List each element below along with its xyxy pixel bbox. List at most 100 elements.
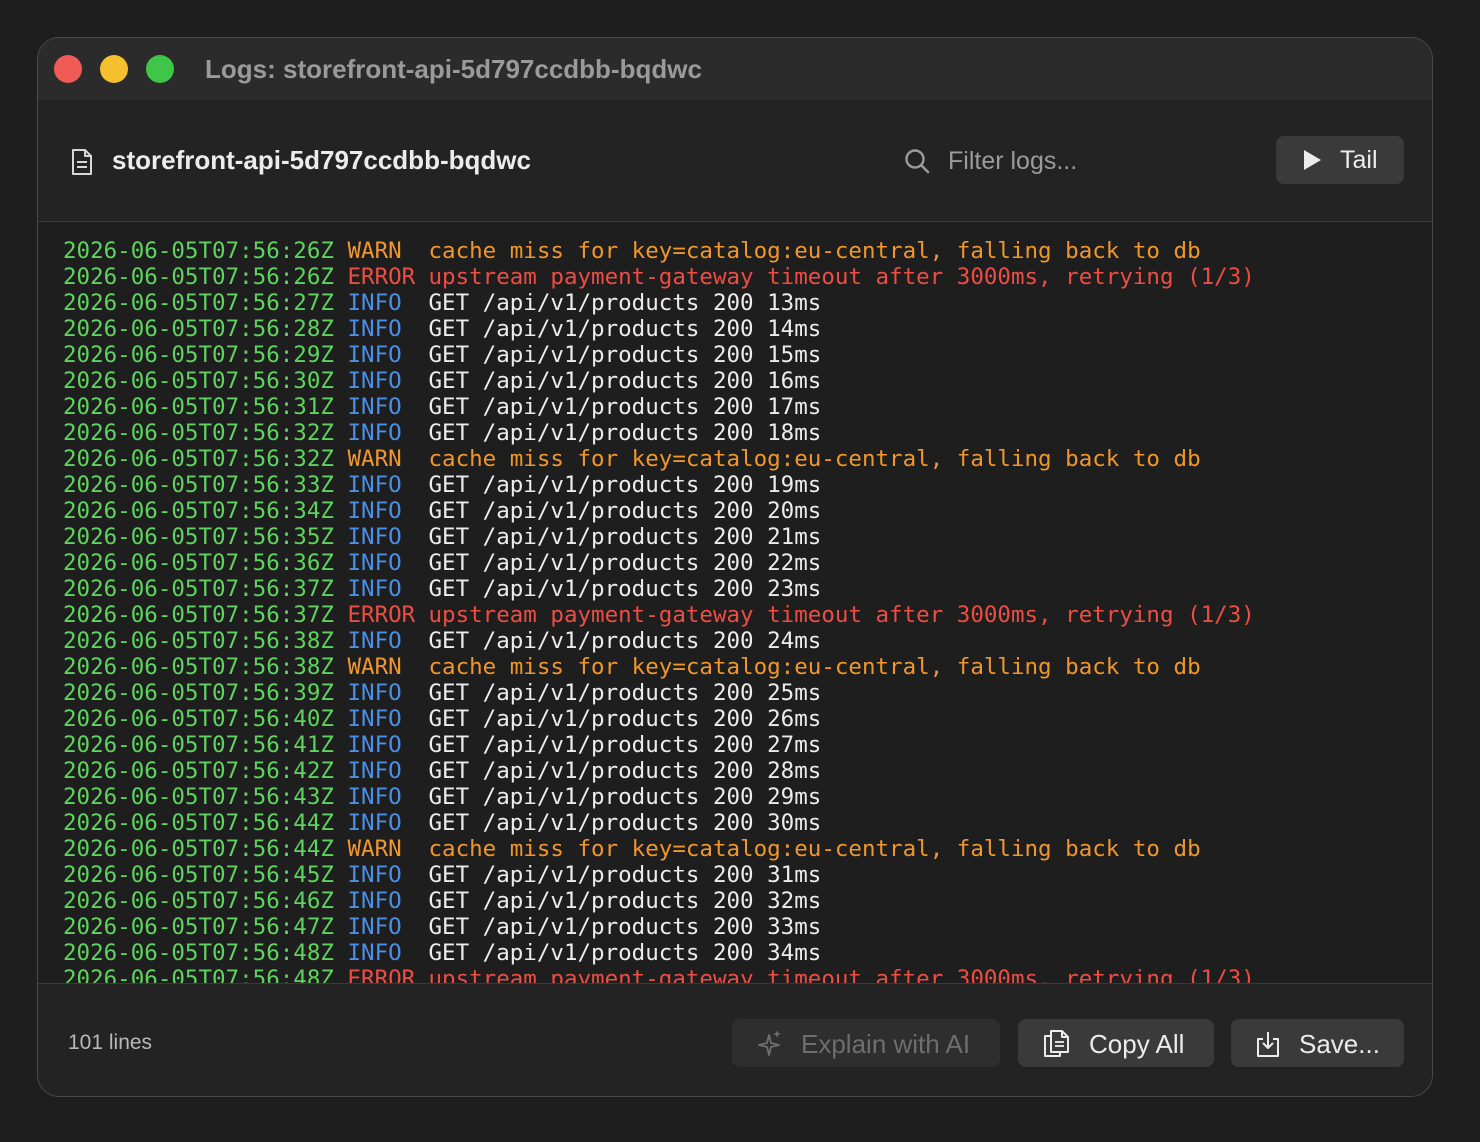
play-icon [1304,150,1321,170]
log-level: WARN [347,446,402,472]
log-timestamp: 2026-06-05T07:56:47Z [63,914,334,940]
log-message: upstream payment-gateway timeout after 3… [428,966,1255,983]
log-timestamp: 2026-06-05T07:56:26Z [63,264,334,290]
log-line: 2026-06-05T07:56:33Z INFO GET /api/v1/pro… [63,472,1255,498]
log-timestamp: 2026-06-05T07:56:32Z [63,446,334,472]
window-title: Logs: storefront-api-5d797ccdbb-bqdwc [205,54,702,84]
log-line: 2026-06-05T07:56:36Z INFO GET /api/v1/pro… [63,550,1255,576]
log-level: INFO [347,472,402,498]
pod-name: storefront-api-5d797ccdbb-bqdwc [112,145,531,175]
clipboard-icon [1044,1030,1069,1057]
log-level: INFO [347,784,402,810]
log-timestamp: 2026-06-05T07:56:38Z [63,628,334,654]
log-level: INFO [347,732,402,758]
log-line: 2026-06-05T07:56:28Z INFO GET /api/v1/pro… [63,316,1255,342]
log-timestamp: 2026-06-05T07:56:44Z [63,836,334,862]
log-level: INFO [347,706,402,732]
log-timestamp: 2026-06-05T07:56:29Z [63,342,334,368]
log-line: 2026-06-05T07:56:32Z INFO GET /api/v1/pro… [63,420,1255,446]
document-icon [72,149,92,175]
log-line: 2026-06-05T07:56:45Z INFO GET /api/v1/pro… [63,862,1255,888]
log-message: GET /api/v1/products 200 24ms [428,628,822,654]
log-message: GET /api/v1/products 200 29ms [428,784,822,810]
log-level: WARN [347,238,402,264]
log-level: INFO [347,290,402,316]
log-message: GET /api/v1/products 200 18ms [428,420,822,446]
log-level: INFO [347,628,402,654]
log-line: 2026-06-05T07:56:26Z ERROR upstream payme… [63,264,1255,290]
log-message: GET /api/v1/products 200 23ms [428,576,822,602]
filter-logs-input[interactable] [942,140,1254,182]
log-level: ERROR [347,264,416,290]
log-message: GET /api/v1/products 200 14ms [428,316,822,342]
log-line: 2026-06-05T07:56:44Z INFO GET /api/v1/pro… [63,810,1255,836]
log-timestamp: 2026-06-05T07:56:32Z [63,420,334,446]
log-level: INFO [347,524,402,550]
log-level: INFO [347,342,402,368]
log-level: INFO [347,498,402,524]
log-line: 2026-06-05T07:56:39Z INFO GET /api/v1/pro… [63,680,1255,706]
log-level: INFO [347,420,402,446]
log-timestamp: 2026-06-05T07:56:40Z [63,706,334,732]
minimize-window-button[interactable] [100,55,128,83]
explain-with-ai-button[interactable]: Explain with AI [732,1019,1000,1067]
log-line: 2026-06-05T07:56:26Z WARN cache miss for … [63,238,1255,264]
log-message: GET /api/v1/products 200 15ms [428,342,822,368]
log-line: 2026-06-05T07:56:46Z INFO GET /api/v1/pro… [63,888,1255,914]
log-level: INFO [347,888,402,914]
log-level: INFO [347,316,402,342]
copy-all-label: Copy All [1089,1029,1185,1059]
save-button[interactable]: Save... [1231,1019,1404,1067]
log-level: INFO [347,550,402,576]
log-timestamp: 2026-06-05T07:56:48Z [63,966,334,983]
log-line: 2026-06-05T07:56:44Z WARN cache miss for … [63,836,1255,862]
log-level: WARN [347,654,402,680]
line-count: 101 lines [68,1031,153,1054]
log-timestamp: 2026-06-05T07:56:43Z [63,784,334,810]
log-message: GET /api/v1/products 200 19ms [428,472,822,498]
log-message: GET /api/v1/products 200 28ms [428,758,822,784]
log-line: 2026-06-05T07:56:37Z ERROR upstream payme… [63,602,1255,628]
log-line: 2026-06-05T07:56:38Z WARN cache miss for … [63,654,1255,680]
log-output[interactable]: 2026-06-05T07:56:26Z WARN cache miss for … [38,222,1432,983]
log-line: 2026-06-05T07:56:30Z INFO GET /api/v1/pro… [63,368,1255,394]
log-timestamp: 2026-06-05T07:56:45Z [63,862,334,888]
log-message: GET /api/v1/products 200 31ms [428,862,822,888]
log-line: 2026-06-05T07:56:40Z INFO GET /api/v1/pro… [63,706,1255,732]
log-message: cache miss for key=catalog:eu-central, f… [428,836,1201,862]
log-timestamp: 2026-06-05T07:56:34Z [63,498,334,524]
log-line: 2026-06-05T07:56:48Z ERROR upstream payme… [63,966,1255,983]
close-window-button[interactable] [54,55,82,83]
footer-bar: 101 lines Explain with AI Copy All Save.… [38,983,1432,1096]
log-line: 2026-06-05T07:56:47Z INFO GET /api/v1/pro… [63,914,1255,940]
log-line: 2026-06-05T07:56:32Z WARN cache miss for … [63,446,1255,472]
log-level: INFO [347,810,402,836]
log-line: 2026-06-05T07:56:42Z INFO GET /api/v1/pro… [63,758,1255,784]
log-line: 2026-06-05T07:56:48Z INFO GET /api/v1/pro… [63,940,1255,966]
log-message: GET /api/v1/products 200 34ms [428,940,822,966]
log-timestamp: 2026-06-05T07:56:26Z [63,238,334,264]
log-level: INFO [347,394,402,420]
log-level: INFO [347,758,402,784]
log-message: GET /api/v1/products 200 27ms [428,732,822,758]
zoom-window-button[interactable] [146,55,174,83]
log-timestamp: 2026-06-05T07:56:44Z [63,810,334,836]
log-message: GET /api/v1/products 200 30ms [428,810,822,836]
log-header: storefront-api-5d797ccdbb-bqdwc Tail [38,100,1432,222]
sparkle-icon [758,1030,781,1056]
log-timestamp: 2026-06-05T07:56:37Z [63,576,334,602]
log-level: INFO [347,940,402,966]
log-timestamp: 2026-06-05T07:56:35Z [63,524,334,550]
log-timestamp: 2026-06-05T07:56:27Z [63,290,334,316]
log-line: 2026-06-05T07:56:43Z INFO GET /api/v1/pro… [63,784,1255,810]
log-timestamp: 2026-06-05T07:56:42Z [63,758,334,784]
log-level: WARN [347,836,402,862]
tail-button-label: Tail [1340,146,1378,174]
copy-all-button[interactable]: Copy All [1018,1019,1214,1067]
log-timestamp: 2026-06-05T07:56:28Z [63,316,334,342]
log-level: ERROR [347,966,416,983]
log-message: cache miss for key=catalog:eu-central, f… [428,446,1201,472]
tail-button[interactable]: Tail [1276,136,1404,184]
log-timestamp: 2026-06-05T07:56:33Z [63,472,334,498]
log-message: GET /api/v1/products 200 21ms [428,524,822,550]
